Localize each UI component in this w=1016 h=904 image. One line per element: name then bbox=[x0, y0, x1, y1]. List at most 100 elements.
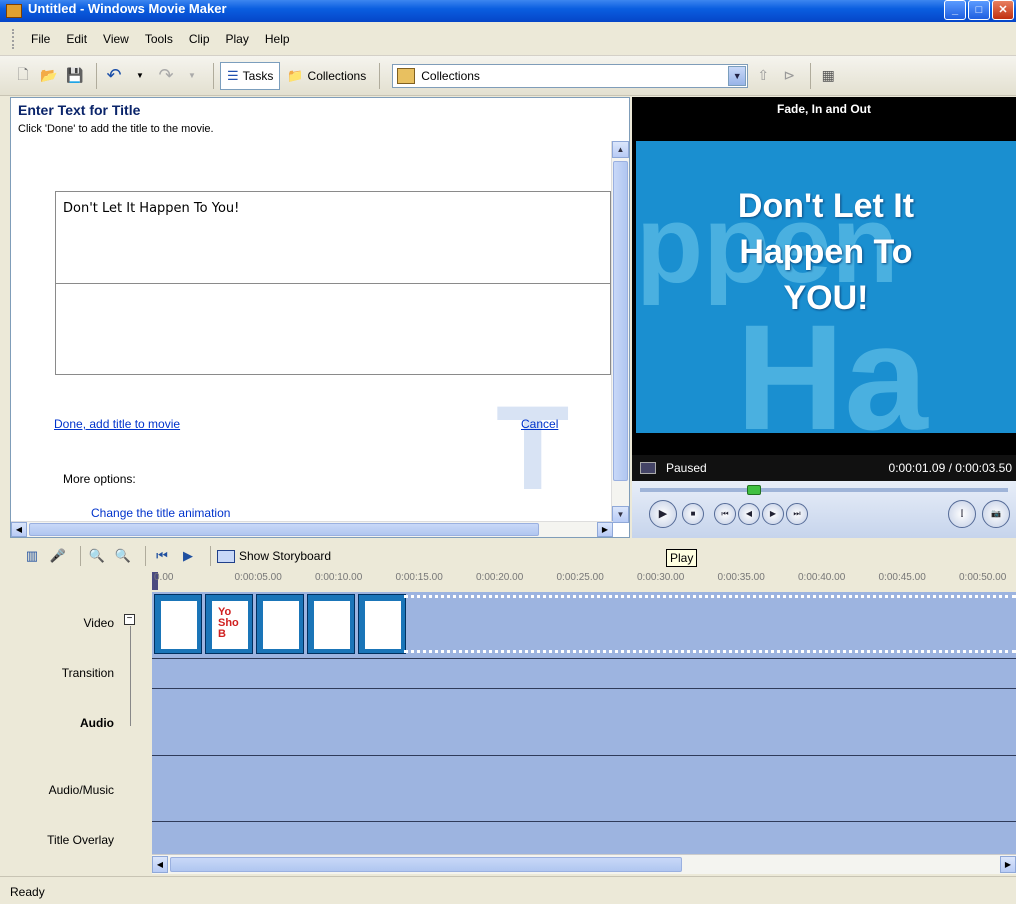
window-title: Untitled - Windows Movie Maker bbox=[28, 0, 227, 16]
take-picture-button[interactable]: 📷 bbox=[982, 500, 1010, 528]
redo-dropdown-icon[interactable]: ▼ bbox=[181, 65, 203, 87]
task-panel-vertical-scrollbar[interactable]: ▲ ▼ bbox=[611, 141, 629, 523]
change-title-animation-link[interactable]: Change the title animation bbox=[91, 506, 230, 520]
title-text-line-1[interactable]: Don't Let It Happen To You! bbox=[63, 201, 239, 216]
forward-button[interactable]: ⏭ bbox=[786, 503, 808, 525]
video-track[interactable]: Yo Sho B bbox=[152, 592, 1016, 659]
timeline-ruler[interactable]: 0.00 0:00:05.00 0:00:10.00 0:00:15.00 0:00:2… bbox=[152, 572, 1016, 592]
ruler-tick-label: 0:00:15.00 bbox=[395, 572, 443, 583]
menu-help[interactable]: Help bbox=[257, 30, 298, 48]
ruler-tick-label: 0:00:25.00 bbox=[556, 572, 604, 583]
video-track-empty-area bbox=[404, 595, 1016, 653]
ruler-tick-label: 0.00 bbox=[154, 572, 174, 583]
save-project-icon[interactable]: 💾 bbox=[64, 65, 86, 87]
title-overlay-track-label: Title Overlay bbox=[47, 833, 114, 847]
previous-frame-button[interactable]: ◀ bbox=[738, 503, 760, 525]
minimize-button[interactable]: _ bbox=[944, 0, 966, 20]
video-clip[interactable] bbox=[307, 594, 355, 654]
timeline-scroll-thumb[interactable] bbox=[170, 857, 682, 872]
cancel-link[interactable]: Cancel bbox=[521, 417, 558, 431]
menu-edit[interactable]: Edit bbox=[58, 30, 95, 48]
narrate-timeline-icon[interactable]: 🎤 bbox=[48, 546, 68, 566]
monitor-icon bbox=[640, 462, 656, 474]
timeline-horizontal-scrollbar[interactable]: ◀ ▶ bbox=[152, 854, 1016, 874]
seek-thumb[interactable] bbox=[747, 485, 762, 495]
undo-dropdown-icon[interactable]: ▼ bbox=[129, 65, 151, 87]
collections-select-value: Collections bbox=[421, 68, 480, 83]
menu-view[interactable]: View bbox=[95, 30, 137, 48]
scroll-up-icon[interactable]: ▲ bbox=[612, 141, 629, 158]
menu-clip[interactable]: Clip bbox=[181, 30, 218, 48]
set-audio-levels-icon[interactable]: ▥ bbox=[22, 546, 42, 566]
scroll-right-icon[interactable]: ▶ bbox=[1000, 856, 1016, 873]
clip-thumbnail bbox=[365, 601, 401, 649]
audio-music-track[interactable] bbox=[152, 756, 1016, 822]
hscroll-thumb[interactable] bbox=[29, 523, 539, 536]
clip-thumbnail bbox=[161, 601, 197, 649]
clip-thumbnail-text: Yo Sho B bbox=[218, 606, 239, 640]
open-project-icon[interactable]: 📂 bbox=[38, 65, 60, 87]
ruler-tick-label: 0:00:50.00 bbox=[959, 572, 1007, 583]
scroll-down-icon[interactable]: ▼ bbox=[612, 506, 629, 523]
ruler-tick-label: 0:00:45.00 bbox=[878, 572, 926, 583]
title-text-input[interactable]: Don't Let It Happen To You! bbox=[55, 191, 611, 375]
scroll-thumb[interactable] bbox=[613, 161, 628, 481]
folder-icon: 📁 bbox=[287, 67, 304, 83]
seek-bar[interactable] bbox=[640, 488, 1008, 492]
menu-file[interactable]: File bbox=[23, 30, 58, 48]
play-timeline-icon[interactable]: ▶ bbox=[178, 546, 198, 566]
zoom-in-icon[interactable]: 🔍 bbox=[87, 546, 107, 566]
task-panel-horizontal-scrollbar[interactable]: ◀ ▶ bbox=[11, 521, 613, 537]
tasks-button[interactable]: ☰ Tasks bbox=[220, 61, 281, 90]
redo-icon[interactable]: ↷ bbox=[155, 65, 177, 87]
scroll-right-icon[interactable]: ▶ bbox=[597, 522, 613, 537]
video-clip[interactable] bbox=[154, 594, 202, 654]
task-title: Enter Text for Title bbox=[18, 102, 141, 118]
video-clip[interactable]: Yo Sho B bbox=[205, 594, 253, 654]
collections-label: Collections bbox=[307, 68, 367, 83]
audio-track-label: Audio bbox=[80, 716, 114, 730]
preview-caption: Fade, In and Out bbox=[776, 102, 871, 116]
menu-tools[interactable]: Tools bbox=[137, 30, 181, 48]
playback-time: 0:00:01.09 / 0:00:03.50 bbox=[888, 461, 1012, 475]
play-button[interactable]: ▶ bbox=[649, 500, 677, 528]
transition-track[interactable] bbox=[152, 659, 1016, 689]
scroll-left-icon[interactable]: ◀ bbox=[152, 856, 168, 873]
menu-play[interactable]: Play bbox=[218, 30, 257, 48]
maximize-button[interactable]: □ bbox=[968, 0, 990, 20]
video-clip[interactable] bbox=[256, 594, 304, 654]
clip-thumbnail bbox=[314, 601, 350, 649]
ruler-tick-label: 0:00:35.00 bbox=[717, 572, 765, 583]
scroll-left-icon[interactable]: ◀ bbox=[11, 522, 27, 537]
collapse-video-icon[interactable]: − bbox=[124, 614, 135, 625]
tasks-icon: ☰ bbox=[227, 67, 239, 83]
show-storyboard-button[interactable]: Show Storyboard bbox=[217, 549, 331, 563]
undo-icon[interactable]: ↶ bbox=[103, 65, 125, 87]
timeline-tracks: Yo Sho B bbox=[152, 592, 1016, 854]
new-folder-icon[interactable]: ⊳ bbox=[778, 65, 800, 87]
rewind-timeline-icon[interactable]: ⏮ bbox=[152, 546, 172, 566]
done-add-title-link[interactable]: Done, add title to movie bbox=[54, 417, 180, 431]
back-button[interactable]: ⏮ bbox=[714, 503, 736, 525]
new-project-icon[interactable]: 🗋 bbox=[12, 65, 34, 87]
views-icon[interactable]: ▦ bbox=[817, 65, 839, 87]
show-storyboard-label: Show Storyboard bbox=[239, 549, 332, 563]
title-overlay-track[interactable] bbox=[152, 822, 1016, 854]
menu-grip bbox=[12, 28, 15, 49]
close-button[interactable]: ✕ bbox=[992, 0, 1014, 20]
up-one-level-icon[interactable]: ⇧ bbox=[752, 65, 774, 87]
collections-dropdown[interactable]: Collections ▼ bbox=[392, 63, 749, 88]
next-frame-button[interactable]: ▶ bbox=[762, 503, 784, 525]
clip-thumbnail bbox=[263, 601, 299, 649]
audio-track[interactable] bbox=[152, 689, 1016, 756]
track-labels: Video − Transition Audio Audio/Music Tit… bbox=[0, 592, 152, 854]
play-tooltip: Play bbox=[666, 549, 698, 567]
split-button[interactable]: ⫿ bbox=[948, 500, 976, 528]
chevron-down-icon[interactable]: ▼ bbox=[728, 65, 747, 86]
zoom-out-icon[interactable]: 🔍 bbox=[113, 546, 133, 566]
collections-button[interactable]: 📁 Collections bbox=[280, 62, 373, 90]
video-clip[interactable] bbox=[358, 594, 406, 654]
stop-button[interactable]: ■ bbox=[682, 503, 704, 525]
preview-title-line-1: Don't Let It bbox=[737, 187, 915, 225]
ruler-tick-label: 0:00:40.00 bbox=[798, 572, 846, 583]
